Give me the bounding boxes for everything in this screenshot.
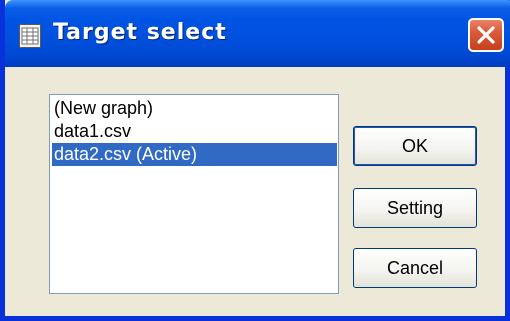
- setting-button[interactable]: Setting: [353, 188, 477, 228]
- title-bar[interactable]: Target select: [5, 0, 510, 67]
- list-item-data1[interactable]: data1.csv: [52, 120, 337, 143]
- target-listbox[interactable]: (New graph) data1.csv data2.csv (Active): [49, 94, 339, 294]
- window-title: Target select: [53, 20, 227, 45]
- cancel-button[interactable]: Cancel: [353, 248, 477, 288]
- target-select-dialog: Target select (New graph) data1.csv data…: [0, 0, 510, 321]
- list-item-new-graph[interactable]: (New graph): [52, 97, 337, 120]
- close-x-icon: [477, 26, 495, 44]
- ok-button[interactable]: OK: [353, 126, 477, 166]
- list-item-data2-active[interactable]: data2.csv (Active): [52, 143, 337, 166]
- close-button[interactable]: [468, 18, 504, 52]
- grid-window-icon: [19, 24, 41, 48]
